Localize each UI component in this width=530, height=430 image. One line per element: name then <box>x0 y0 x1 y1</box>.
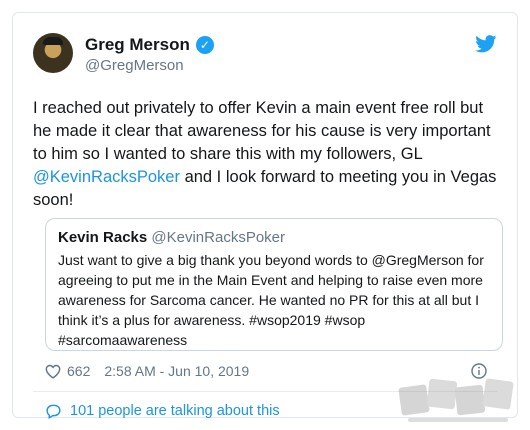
verified-badge-icon: ✓ <box>195 36 214 54</box>
embedded-tweet-card: Greg Merson ✓ @GregMerson I reached out … <box>12 12 518 419</box>
quoted-tweet[interactable]: Kevin Racks @KevinRacksPoker Just want t… <box>45 218 503 351</box>
tweet-meta: 662 2:58 AM - Jun 10, 2019 <box>45 363 249 379</box>
quoted-author-handle: @KevinRacksPoker <box>151 229 285 246</box>
talking-count-text[interactable]: 101 people are talking about this <box>70 403 280 419</box>
mention-link[interactable]: @KevinRacksPoker <box>33 168 180 186</box>
like-count[interactable]: 662 <box>67 363 90 379</box>
author-avatar[interactable] <box>33 33 73 73</box>
tweet-timestamp[interactable]: 2:58 AM - Jun 10, 2019 <box>104 363 249 379</box>
author-handle[interactable]: @GregMerson <box>85 57 184 74</box>
heart-icon[interactable] <box>45 364 61 379</box>
twitter-bird-icon[interactable] <box>475 35 497 53</box>
tweet-text-part-1: I reached out privately to offer Kevin a… <box>33 99 491 163</box>
tweet-body: I reached out privately to offer Kevin a… <box>33 97 503 212</box>
quoted-tweet-text: Just want to give a big thank you beyond… <box>58 252 484 348</box>
author-display-name[interactable]: Greg Merson <box>85 35 190 55</box>
conversation-link[interactable]: 101 people are talking about this <box>45 403 280 419</box>
author-name-row: Greg Merson ✓ <box>85 35 214 55</box>
quoted-author-name: Kevin Racks <box>58 229 148 246</box>
comment-icon <box>46 404 61 419</box>
tweet-header: Greg Merson ✓ @GregMerson <box>33 33 497 83</box>
watermark-logo <box>398 378 514 422</box>
quoted-tweet-header: Kevin Racks @KevinRacksPoker <box>58 229 490 246</box>
